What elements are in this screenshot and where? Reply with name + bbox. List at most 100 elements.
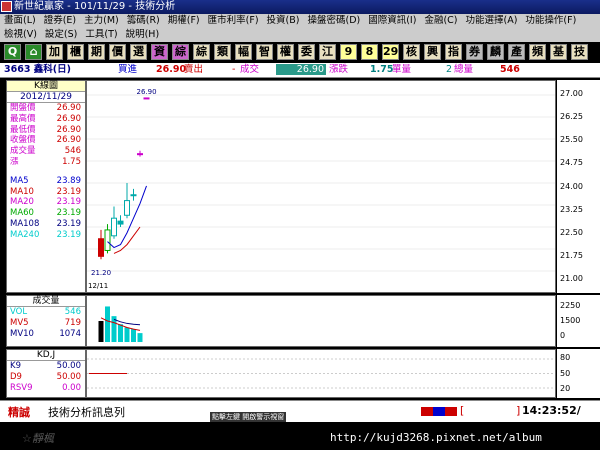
window-title-bar: 新世紀贏家 - 101/11/29 - 技術分析 [0, 0, 600, 14]
kline-stat-label: 收盤價 [10, 135, 36, 146]
axis-tick: 27.00 [560, 89, 583, 98]
volume-bar [124, 327, 130, 342]
menu-item-6[interactable]: 投資(B) [263, 14, 304, 28]
kd-chart-svg [87, 358, 555, 389]
toolbar-button-11[interactable]: 幅 [235, 44, 252, 60]
bid-label: 買進 [118, 64, 138, 75]
change-value: 1.75 [370, 64, 394, 75]
toolbar-button-18[interactable]: 29 [382, 44, 399, 60]
toolbar-button-7[interactable]: 資 [151, 44, 168, 60]
toolbar-button-25[interactable]: 頻 [529, 44, 546, 60]
menu-item-8[interactable]: 國際資訊(I) [364, 14, 420, 28]
volume-value: 546 [64, 307, 81, 317]
toolbar: Q ⌂ 加櫃期價選資綜綜類幅智權委江 9 8 29 核興指券麟產頻基技 [0, 42, 600, 62]
menu2-item-2[interactable]: 工具(T) [81, 28, 121, 42]
candle [137, 153, 143, 156]
bottom-bar: ☆靜楓 http://kujd3268.pixnet.net/album [0, 424, 600, 450]
bracket-close: ] [516, 404, 521, 417]
volume-label: VOL [10, 307, 28, 317]
toolbar-button-20[interactable]: 興 [424, 44, 441, 60]
kline-stat-row: 收盤價 26.90 [7, 135, 85, 146]
menu-item-10[interactable]: 功能選擇(A) [461, 14, 521, 28]
toolbar-button-13[interactable]: 權 [277, 44, 294, 60]
axis-tick: 20 [560, 384, 571, 393]
alert-hint[interactable]: 點擊左鍵 開啟警示視窗 [210, 412, 287, 422]
toolbar-button-21[interactable]: 指 [445, 44, 462, 60]
axis-tick: 1500 [560, 316, 581, 325]
toolbar-button-5[interactable]: 價 [109, 44, 126, 60]
menu-item-2[interactable]: 主力(M) [80, 14, 123, 28]
ma-row: MA10 23.19 [7, 187, 85, 198]
toolbar-button-14[interactable]: 委 [298, 44, 315, 60]
ma-label: MA20 [10, 197, 34, 208]
kline-date: 2012/11/29 [7, 92, 85, 103]
toolbar-button-23[interactable]: 麟 [487, 44, 504, 60]
volume-value: 1074 [59, 328, 81, 339]
toolbar-button-17[interactable]: 8 [361, 44, 378, 60]
ask-value: - [232, 64, 236, 75]
kline-stat-row: 開盤價 26.90 [7, 103, 85, 114]
clock: 14:23:52/ [522, 404, 581, 417]
toolbar-button-1[interactable]: ⌂ [25, 44, 42, 60]
status-brand: 精誠 [8, 406, 30, 419]
toolbar-button-3[interactable]: 櫃 [67, 44, 84, 60]
menu2-item-0[interactable]: 檢視(V) [0, 28, 41, 42]
total-vol-value: 546 [500, 64, 520, 75]
menu-item-9[interactable]: 金融(C) [420, 14, 461, 28]
ma-row: MA5 23.89 [7, 176, 85, 187]
toolbar-button-16[interactable]: 9 [340, 44, 357, 60]
ma-label: MA108 [10, 218, 40, 229]
kline-stat-row: 漲 1.75 [7, 157, 85, 168]
status-message: 技術分析訊息列 [48, 406, 125, 419]
menu-item-5[interactable]: 匯市利率(F) [204, 14, 263, 28]
menu-item-4[interactable]: 期權(F) [164, 14, 204, 28]
toolbar-button-22[interactable]: 券 [466, 44, 483, 60]
candle [117, 220, 124, 225]
kline-stat-label: 漲 [10, 156, 19, 167]
candle [124, 200, 130, 216]
toolbar-button-15[interactable]: 江 [319, 44, 336, 60]
signal-indicator [421, 407, 457, 416]
app-icon [1, 1, 12, 12]
toolbar-button-8[interactable]: 綜 [172, 44, 189, 60]
menu-item-0[interactable]: 畫面(L) [0, 14, 40, 28]
menu2-item-1[interactable]: 設定(S) [41, 28, 81, 42]
toolbar-button-4[interactable]: 期 [88, 44, 105, 60]
axis-tick: 0 [560, 331, 566, 340]
price-axis: 27.00 26.25 25.50 24.75 24.00 23.25 22.50 21.75… [557, 80, 600, 293]
toolbar-button-0[interactable]: Q [4, 44, 21, 60]
kd-label: D9 [10, 371, 22, 382]
ma-values: MA5 23.89 MA10 23.19 MA20 23.19 MA60 23.19 MA108… [7, 176, 85, 241]
toolbar-button-6[interactable]: 選 [130, 44, 147, 60]
ma-label: MA240 [10, 229, 40, 240]
kline-stat-value: 1.75 [62, 156, 81, 167]
toolbar-button-2[interactable]: 加 [46, 44, 63, 60]
volume-row: MV5 719 [7, 318, 85, 329]
ma-value: 23.89 [56, 175, 81, 186]
toolbar-button-12[interactable]: 智 [256, 44, 273, 60]
toolbar-button-10[interactable]: 類 [214, 44, 231, 60]
x-axis-label: 12/11 [88, 282, 108, 290]
menu-item-11[interactable]: 功能操作(F) [521, 14, 580, 28]
unit-vol-value: 2 [446, 64, 453, 75]
kline-stat-row: 成交量 546 [7, 146, 85, 157]
volume-chart[interactable] [86, 295, 556, 347]
toolbar-button-19[interactable]: 核 [403, 44, 420, 60]
toolbar-button-26[interactable]: 基 [550, 44, 567, 60]
toolbar-button-24[interactable]: 產 [508, 44, 525, 60]
kd-value: 50.00 [56, 371, 81, 382]
menu-item-3[interactable]: 籌碼(R) [123, 14, 164, 28]
unit-vol-label: 單量 [392, 64, 412, 75]
toolbar-button-27[interactable]: 技 [571, 44, 588, 60]
kline-chart[interactable]: 26.90 21.20 12/11 [86, 80, 556, 293]
volume-bar [131, 329, 136, 342]
menu-item-7[interactable]: 操盤密碼(D) [303, 14, 364, 28]
signal-red-2 [445, 407, 457, 416]
kd-value: 50.00 [56, 361, 81, 371]
kline-stat-value: 546 [64, 146, 81, 157]
toolbar-button-9[interactable]: 綜 [193, 44, 210, 60]
kd-chart[interactable] [86, 349, 556, 398]
menu-item-1[interactable]: 證券(E) [40, 14, 80, 28]
signal-blue [433, 407, 445, 416]
menu2-item-3[interactable]: 說明(H) [122, 28, 164, 42]
